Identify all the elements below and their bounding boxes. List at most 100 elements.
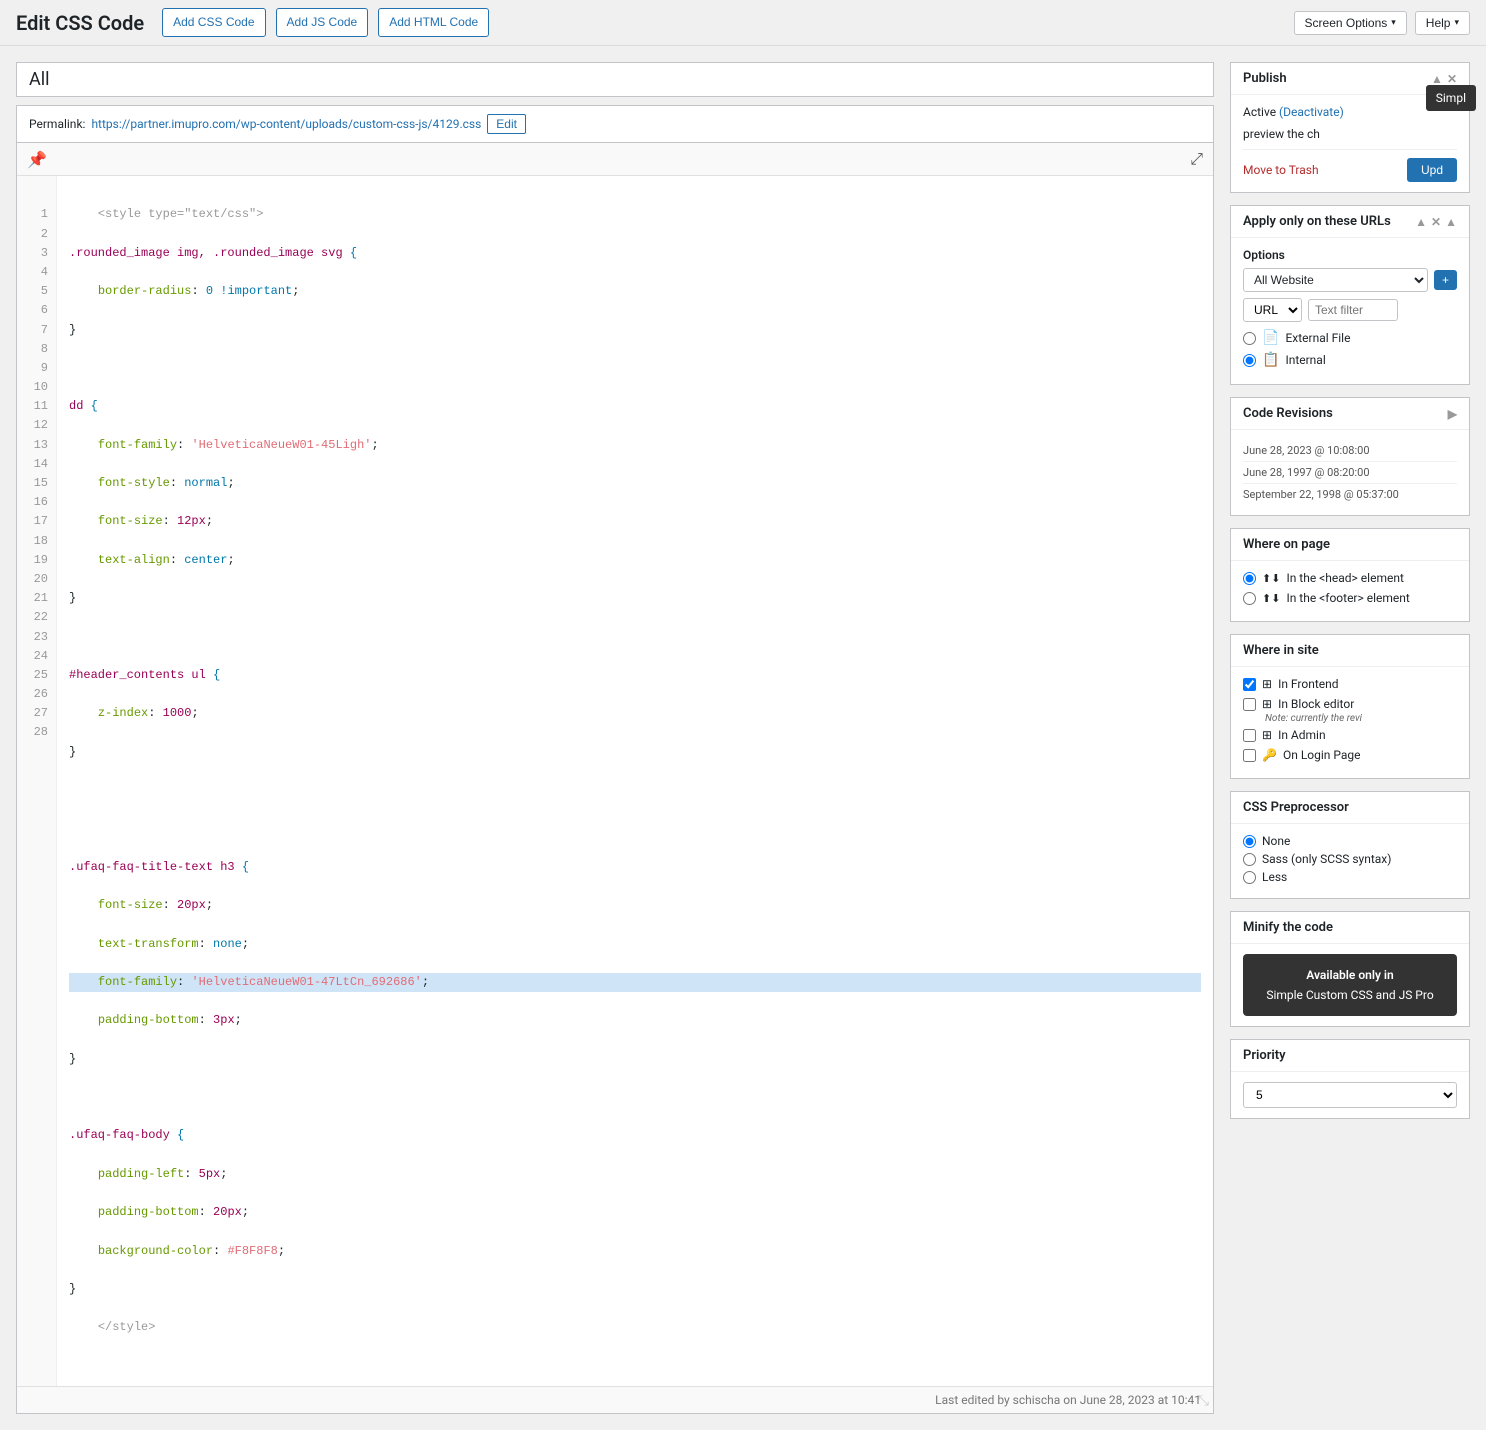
line-num-9: 9	[25, 359, 48, 378]
permalink-url[interactable]: https://partner.imupro.com/wp-content/up…	[91, 117, 481, 131]
line-num-21: 21	[25, 589, 48, 608]
code-line-26: padding-bottom: 20px;	[69, 1203, 1201, 1222]
external-file-option: 📄 External File	[1243, 330, 1457, 346]
code-line-style-open: <style type="text/css">	[69, 205, 1201, 224]
admin-option: ⊞ In Admin	[1243, 728, 1457, 742]
publish-header-actions: ▲ ✕	[1431, 72, 1457, 86]
pin-icon: 📌	[27, 150, 47, 169]
admin-icon: ⊞	[1262, 728, 1272, 742]
editor-footer: Last edited by schischa on June 28, 2023…	[17, 1386, 1213, 1413]
internal-option: 📋 Internal	[1243, 352, 1457, 368]
permalink-label: Permalink:	[29, 117, 85, 131]
linking-type-select[interactable]: URL	[1243, 298, 1302, 322]
login-checkbox[interactable]	[1243, 749, 1256, 762]
code-line-2: border-radius: 0 !important;	[69, 282, 1201, 301]
revision-item-1[interactable]: June 28, 2023 @ 10:08:00	[1243, 440, 1457, 462]
code-line-15	[69, 781, 1201, 800]
none-radio[interactable]	[1243, 835, 1256, 848]
add-html-code-button[interactable]: Add HTML Code	[378, 8, 489, 37]
priority-header: Priority	[1231, 1040, 1469, 1072]
internal-file-icon: 📋	[1262, 352, 1279, 368]
footer-element-option: ⬆⬇ In the <footer> element	[1243, 591, 1457, 605]
block-icon: ⊞	[1262, 697, 1272, 711]
deactivate-link[interactable]: (Deactivate)	[1279, 105, 1344, 119]
options-label: Options	[1243, 248, 1457, 262]
text-filter-input[interactable]	[1308, 299, 1398, 321]
code-line-20: font-family: 'HelveticaNeueW01-47LtCn_69…	[69, 973, 1201, 992]
head-element-label: In the <head> element	[1286, 571, 1403, 585]
revision-item-2[interactable]: June 28, 1997 @ 08:20:00	[1243, 462, 1457, 484]
revision-date-3: September 22, 1998 @ 05:37:00	[1243, 488, 1399, 501]
revision-date-1: June 28, 2023 @ 10:08:00	[1243, 444, 1370, 457]
code-line-13: z-index: 1000;	[69, 704, 1201, 723]
key-icon: 🔑	[1262, 748, 1277, 762]
apply-collapse-icon[interactable]: ▲	[1445, 215, 1457, 229]
line-num-8: 8	[25, 340, 48, 359]
add-js-code-button[interactable]: Add JS Code	[276, 8, 369, 37]
frontend-checkbox[interactable]	[1243, 678, 1256, 691]
code-line-4	[69, 359, 1201, 378]
screen-options-label: Screen Options	[1305, 16, 1388, 30]
url-add-button[interactable]: +	[1434, 270, 1457, 290]
apply-x-icon[interactable]: ✕	[1431, 215, 1441, 229]
external-file-icon: 📄	[1262, 330, 1279, 346]
block-editor-checkbox[interactable]	[1243, 698, 1256, 711]
frontend-label: In Frontend	[1278, 677, 1338, 691]
less-radio[interactable]	[1243, 871, 1256, 884]
priority-body: 5	[1231, 1072, 1469, 1118]
minify-promo-box: Available only in Simple Custom CSS and …	[1243, 954, 1457, 1016]
sass-radio[interactable]	[1243, 853, 1256, 866]
minify-product-text: Simple Custom CSS and JS Pro	[1255, 986, 1445, 1004]
none-option: None	[1243, 834, 1457, 848]
priority-title: Priority	[1243, 1048, 1286, 1063]
code-line-21: padding-bottom: 3px;	[69, 1011, 1201, 1030]
update-button[interactable]: Upd	[1407, 158, 1457, 182]
resize-handle-icon[interactable]: ⤡	[1198, 1393, 1209, 1409]
apply-urls-actions: ▲ ✕ ▲	[1415, 215, 1457, 229]
line-num-28: 28	[25, 723, 48, 742]
expand-icon[interactable]: ⤢	[1190, 149, 1203, 169]
help-button[interactable]: Help ▾	[1415, 11, 1470, 35]
revisions-toggle-icon[interactable]: ▶	[1448, 407, 1457, 421]
close-icon[interactable]: ✕	[1447, 72, 1457, 86]
edit-permalink-button[interactable]: Edit	[487, 114, 526, 134]
screen-options-button[interactable]: Screen Options ▾	[1294, 11, 1407, 35]
sidebar-panel: Publish ▲ ✕ Active (Deactivate) preview …	[1230, 62, 1470, 1414]
apply-urls-box: Apply only on these URLs ▲ ✕ ▲ Options A…	[1230, 205, 1470, 385]
admin-checkbox[interactable]	[1243, 729, 1256, 742]
move-to-trash-link[interactable]: Move to Trash	[1243, 163, 1319, 177]
css-preprocessor-title: CSS Preprocessor	[1243, 800, 1349, 815]
code-line-18: font-size: 20px;	[69, 896, 1201, 915]
head-element-radio[interactable]	[1243, 572, 1256, 585]
apply-up-icon[interactable]: ▲	[1415, 215, 1427, 229]
url-select[interactable]: All Website	[1243, 268, 1428, 292]
line-num-19: 19	[25, 551, 48, 570]
internal-radio[interactable]	[1243, 354, 1256, 367]
code-line-12: #header_contents ul {	[69, 666, 1201, 685]
code-line-24: .ufaq-faq-body {	[69, 1126, 1201, 1145]
collapse-icon[interactable]: ▲	[1431, 72, 1443, 86]
footer-element-radio[interactable]	[1243, 592, 1256, 605]
code-area: 1 2 3 4 5 6 7 8 9 10 11 12 13 14 15 16 1	[17, 176, 1213, 1386]
line-num-10: 10	[25, 378, 48, 397]
line-num-2: 2	[25, 225, 48, 244]
publish-actions: Move to Trash Upd	[1243, 149, 1457, 182]
top-bar-right: Screen Options ▾ Help ▾	[1294, 11, 1470, 35]
code-content[interactable]: <style type="text/css"> .rounded_image i…	[57, 176, 1213, 1386]
all-title: All	[16, 62, 1214, 97]
line-num-25: 25	[25, 666, 48, 685]
code-line-6: font-family: 'HelveticaNeueW01-45Ligh';	[69, 436, 1201, 455]
code-revisions-title: Code Revisions	[1243, 406, 1333, 421]
code-line-11	[69, 628, 1201, 647]
external-file-radio[interactable]	[1243, 332, 1256, 345]
css-preprocessor-box: CSS Preprocessor None Sass (only SCSS sy…	[1230, 791, 1470, 899]
status-active-text: Active (Deactivate)	[1243, 105, 1344, 119]
priority-select[interactable]: 5	[1243, 1082, 1457, 1108]
add-css-code-button[interactable]: Add CSS Code	[162, 8, 265, 37]
line-num-style-open	[25, 186, 48, 205]
line-num-5: 5	[25, 282, 48, 301]
revision-item-3[interactable]: September 22, 1998 @ 05:37:00	[1243, 484, 1457, 505]
main-wrap: All Permalink: https://partner.imupro.co…	[0, 46, 1486, 1430]
css-preprocessor-header: CSS Preprocessor	[1231, 792, 1469, 824]
line-num-18: 18	[25, 532, 48, 551]
